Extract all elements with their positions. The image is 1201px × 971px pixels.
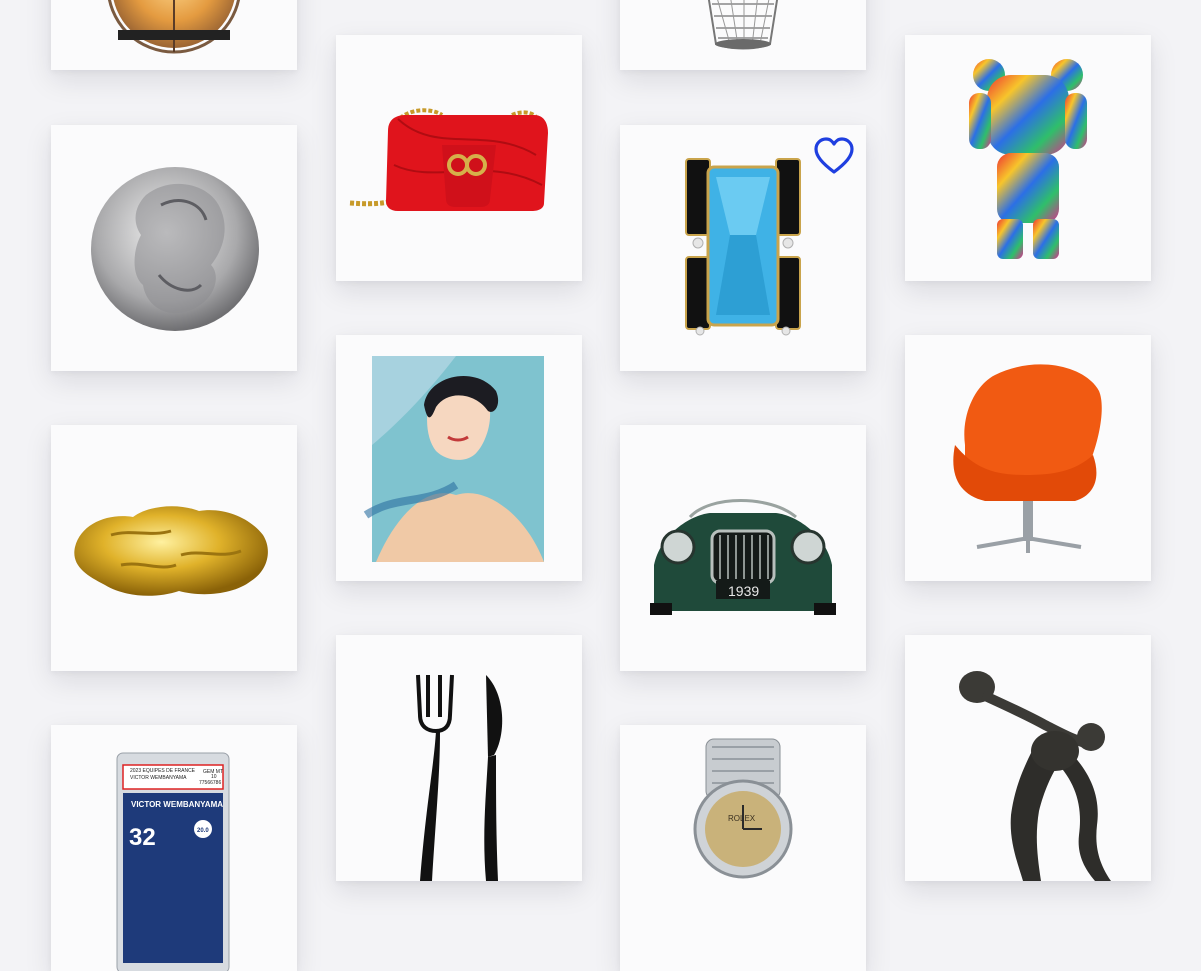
- gallery-item-aquamarine-brooch[interactable]: [620, 125, 866, 371]
- gallery-item-orange-egg-chair[interactable]: [905, 335, 1151, 581]
- rolex-watch-image: ROLEX: [693, 738, 793, 879]
- gallery-item-graded-trading-card[interactable]: 2023 EQUIPES DE FRANCE VICTOR WEMBANYAMA…: [51, 725, 297, 971]
- watch-dial-text: ROLEX: [728, 814, 756, 823]
- orange-egg-chair-image: [953, 364, 1102, 553]
- gallery-item-portrait-painting[interactable]: [336, 335, 582, 581]
- red-quilted-handbag-image: [349, 108, 548, 211]
- card-label-header: 2023 EQUIPES DE FRANCE: [130, 768, 196, 774]
- gallery-item-globe-lamp[interactable]: [51, 0, 297, 70]
- vintage-sports-car-image: 1939: [650, 499, 836, 615]
- wire-stool-image: [707, 0, 779, 50]
- portrait-painting-image: [363, 356, 544, 562]
- fork-and-knife-sculpture-image: [416, 674, 503, 881]
- gallery-item-vintage-sports-car[interactable]: 1939: [620, 425, 866, 671]
- card-label-player-small: VICTOR WEMBANYAMA: [130, 775, 187, 781]
- graffiti-bear-figure-image: [969, 59, 1087, 259]
- gallery-item-gold-nugget[interactable]: [51, 425, 297, 671]
- gallery-item-red-quilted-handbag[interactable]: [336, 35, 582, 281]
- gallery-item-silver-coin[interactable]: [51, 125, 297, 371]
- globe-lamp-image: [107, 0, 241, 54]
- gallery-item-wire-stool[interactable]: [620, 0, 866, 70]
- heart-icon: [814, 137, 854, 174]
- silver-coin-image: [91, 167, 259, 331]
- gallery-item-graffiti-bear-figure[interactable]: [905, 35, 1151, 281]
- graded-trading-card-image: 2023 EQUIPES DE FRANCE VICTOR WEMBANYAMA…: [116, 752, 230, 971]
- card-label-cert: 77566786: [199, 780, 221, 786]
- gallery-item-rolex-watch[interactable]: ROLEX: [620, 725, 866, 971]
- gallery-item-fork-and-knife-sculpture[interactable]: [336, 635, 582, 881]
- discobolus-statue-image: [959, 671, 1111, 881]
- card-rating: 20.0: [197, 828, 209, 834]
- card-player-number: 32: [129, 824, 156, 851]
- card-player-name: VICTOR WEMBANYAMA: [131, 800, 223, 809]
- favorite-button[interactable]: [812, 135, 856, 179]
- gallery-item-discobolus-statue[interactable]: [905, 635, 1151, 881]
- license-plate: 1939: [728, 583, 759, 599]
- gold-nugget-image: [74, 506, 268, 596]
